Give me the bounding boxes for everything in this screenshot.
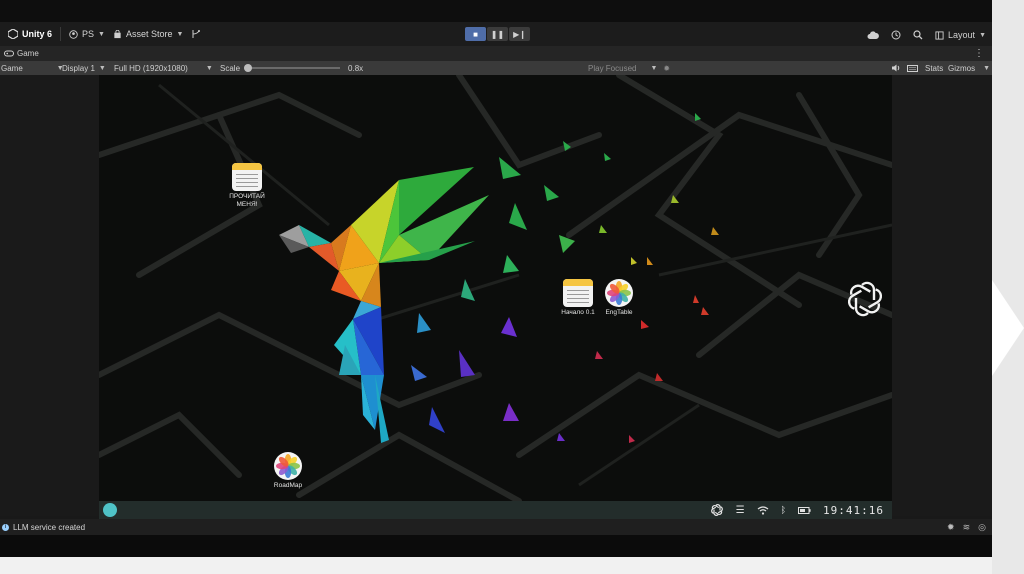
list-icon[interactable]: ☰ — [736, 505, 745, 516]
wallpaper-illustration — [99, 75, 892, 501]
more-options-icon[interactable]: ⋮ — [974, 46, 984, 61]
display-label: Display 1 — [62, 63, 95, 73]
game-view-toolbar: Game ▼ Display 1 ▼ Full HD (1920x1080) ▼… — [0, 61, 992, 75]
system-tray: ☰ ᛒ 19:41:16 — [710, 501, 884, 519]
gizmos-dropdown[interactable]: Gizmos ▼ — [948, 61, 990, 75]
unity-editor-window: Unity 6 PS ▼ Asset Store ▼ ■ ❚❚ ▶❙ Layou… — [0, 0, 992, 557]
version-control-button[interactable] — [191, 24, 201, 44]
game-view[interactable]: ПРОЧИТАЙ МЕНЯ! Начало 0.1 EngTable RoadM… — [99, 75, 892, 501]
photos-app-icon — [274, 452, 302, 480]
bluetooth-icon[interactable]: ᛒ — [781, 505, 786, 515]
history-icon[interactable] — [891, 30, 901, 40]
tab-game-label: Game — [17, 49, 39, 58]
stack-icon[interactable]: ≋ — [963, 522, 971, 533]
desktop-icon-readme[interactable]: ПРОЧИТАЙ МЕНЯ! — [217, 163, 277, 209]
unity-menu[interactable]: Unity 6 — [8, 24, 52, 44]
stats-label: Stats — [925, 63, 944, 73]
stats-button[interactable]: Stats — [925, 61, 943, 75]
account-label: PS — [82, 29, 95, 39]
gamepad-icon — [4, 50, 14, 57]
scale-slider[interactable] — [244, 64, 341, 72]
tab-bar: Game ⋮ — [0, 46, 992, 61]
status-message[interactable]: LLM service created — [13, 523, 85, 532]
desktop-icon-label: EngTable — [605, 309, 633, 316]
play-controls: ■ ❚❚ ▶❙ — [465, 27, 530, 41]
keyboard-icon — [907, 64, 918, 72]
step-button[interactable]: ▶❙ — [509, 27, 530, 41]
check-circle-icon[interactable]: ◎ — [978, 522, 986, 533]
search-icon[interactable] — [913, 30, 923, 40]
window-top-border — [0, 0, 992, 22]
cloud-icon[interactable] — [867, 30, 879, 40]
next-slide-arrow[interactable] — [992, 280, 1024, 376]
bug-icon[interactable]: ✹ — [947, 522, 955, 533]
scale-label: Scale — [220, 63, 241, 73]
taskbar-clock: 19:41:16 — [823, 503, 884, 517]
game-mode-dropdown[interactable]: Game ▼ — [1, 61, 64, 75]
chevron-down-icon: ▼ — [983, 64, 991, 72]
bug-icon[interactable]: ✹ — [663, 64, 670, 73]
mute-audio-button[interactable] — [892, 61, 901, 75]
window-bottom-border — [0, 535, 992, 557]
account-dropdown[interactable]: PS ▼ — [69, 24, 105, 44]
tab-game[interactable]: Game — [0, 49, 39, 58]
desktop-icon-engtable[interactable]: EngTable — [589, 279, 649, 317]
toolbar-separator — [60, 27, 62, 41]
scale-control: Scale 0.8x — [220, 61, 363, 75]
scale-value: 0.8x — [348, 63, 364, 73]
layout-dropdown[interactable]: Layout ▼ — [935, 25, 986, 45]
branch-icon — [192, 30, 201, 38]
resolution-dropdown[interactable]: Full HD (1920x1080) ▼ — [114, 61, 213, 75]
speaker-icon — [892, 64, 900, 72]
unity-logo-icon — [8, 29, 18, 39]
desktop-taskbar: ☰ ᛒ 19:41:16 — [99, 501, 892, 519]
chevron-down-icon: ▼ — [650, 64, 658, 72]
chevron-down-icon: ▼ — [979, 31, 986, 39]
game-mode-label: Game — [1, 63, 23, 73]
status-bar-right: ✹ ≋ ◎ — [947, 522, 986, 533]
asset-store-dropdown[interactable]: Asset Store ▼ — [113, 24, 183, 44]
step-icon: ▶❙ — [513, 29, 526, 39]
pause-icon: ❚❚ — [490, 29, 505, 39]
wifi-icon[interactable] — [757, 505, 769, 515]
chevron-down-icon: ▼ — [205, 64, 213, 72]
status-bar: i LLM service created ✹ ≋ ◎ — [0, 519, 992, 535]
chevron-down-icon: ▼ — [98, 64, 106, 72]
resolution-label: Full HD (1920x1080) — [114, 63, 188, 73]
keyboard-shortcuts-button[interactable] — [907, 61, 918, 75]
account-icon — [69, 29, 78, 39]
desktop-icon-label: RoadMap — [273, 482, 303, 489]
openai-tray-icon[interactable] — [710, 503, 724, 517]
play-focused-dropdown[interactable]: Play Focused ▼ ✹ — [588, 61, 670, 75]
desktop-icon-roadmap[interactable]: RoadMap — [258, 452, 318, 490]
chevron-down-icon: ▼ — [176, 30, 184, 38]
stop-icon: ■ — [473, 29, 478, 39]
store-bag-icon — [114, 29, 121, 38]
display-dropdown[interactable]: Display 1 ▼ — [62, 61, 106, 75]
play-button[interactable]: ■ — [465, 27, 486, 41]
photos-app-icon — [605, 279, 633, 307]
play-focused-label: Play Focused — [588, 63, 637, 73]
toolbar-right: Layout ▼ — [867, 25, 986, 45]
layout-icon — [935, 30, 944, 40]
asset-store-label: Asset Store — [125, 29, 173, 39]
chevron-down-icon: ▼ — [98, 30, 105, 38]
battery-icon[interactable] — [798, 506, 811, 514]
start-menu-button[interactable] — [103, 503, 117, 517]
notes-file-icon — [232, 163, 262, 191]
layout-label: Layout — [948, 30, 976, 40]
app-title: Unity 6 — [22, 29, 53, 39]
circuit-lines — [99, 75, 892, 501]
desktop-icon-label: ПРОЧИТАЙ МЕНЯ! — [229, 193, 265, 208]
info-icon: i — [2, 523, 9, 531]
scale-slider-handle[interactable] — [244, 64, 253, 72]
gizmos-label: Gizmos — [948, 63, 976, 73]
pause-button[interactable]: ❚❚ — [487, 27, 508, 41]
openai-logo-icon[interactable] — [844, 278, 886, 320]
